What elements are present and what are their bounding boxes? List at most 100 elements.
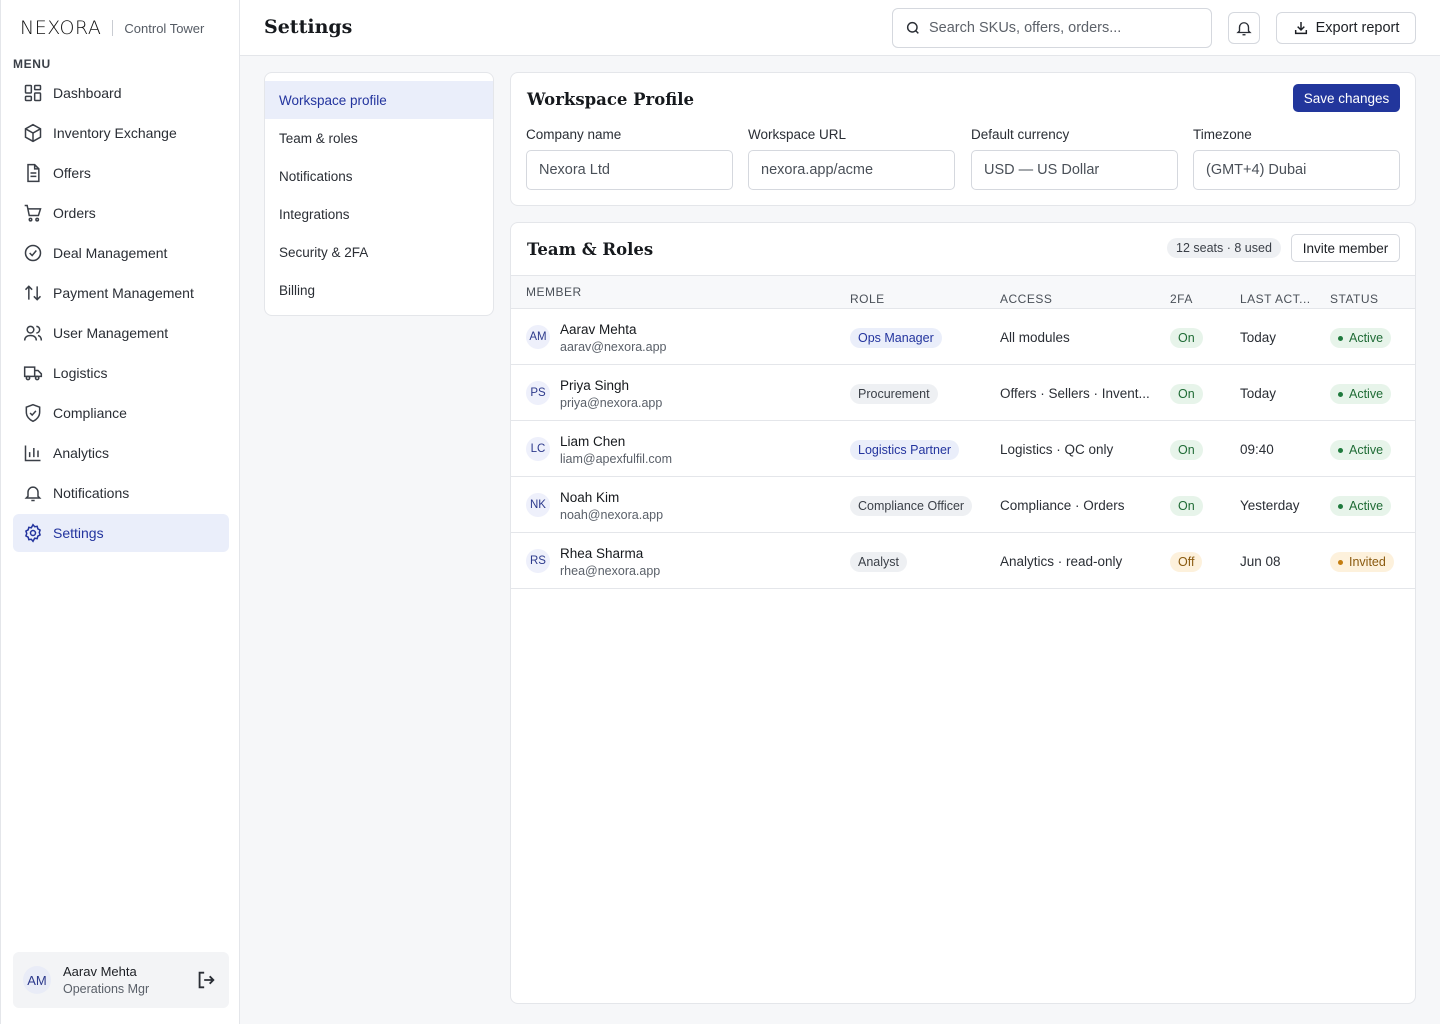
member-name: Liam Chen xyxy=(560,434,626,449)
last-active: Today xyxy=(1240,386,1277,401)
status-label: Active xyxy=(1349,443,1384,457)
member-avatar: AM xyxy=(526,325,550,349)
workspace-url-input[interactable]: nexora.app/acme xyxy=(748,150,955,190)
table-row[interactable]: LC Liam Chen liam@apexfulfil.com Logisti… xyxy=(511,421,1415,477)
sidebar-item-user-management[interactable]: User Management xyxy=(13,314,229,352)
workspace-profile-title: Workspace Profile xyxy=(527,90,694,109)
last-active: Yesterday xyxy=(1240,498,1300,513)
timezone-select[interactable]: (GMT+4) Dubai xyxy=(1193,150,1400,190)
member-email: priya@nexora.app xyxy=(560,396,663,410)
default-currency-select[interactable]: USD — US Dollar xyxy=(971,150,1178,190)
user-name: Aarav Mehta xyxy=(63,964,137,979)
export-label: Export report xyxy=(1315,20,1400,36)
sidebar-item-compliance[interactable]: Compliance xyxy=(13,394,229,432)
column-header-access[interactable]: ACCESS xyxy=(1000,292,1052,306)
shield-check-icon xyxy=(25,403,41,423)
workspace-url-label: Workspace URL xyxy=(748,127,847,142)
member-email: rhea@nexora.app xyxy=(560,564,661,578)
access-text: Compliance · Orders xyxy=(1000,498,1125,513)
column-header-last-active[interactable]: LAST ACT... xyxy=(1240,292,1311,306)
sidebar-item-offers[interactable]: Offers xyxy=(13,154,229,192)
sidebar-item-label: Analytics xyxy=(53,445,110,461)
status-dot xyxy=(1338,391,1343,397)
cart-icon xyxy=(24,204,42,222)
invite-member-button[interactable]: Invite member xyxy=(1291,234,1400,262)
status-badge: Active xyxy=(1330,496,1392,516)
member-avatar: RS xyxy=(526,549,550,573)
column-header-member[interactable]: MEMBER xyxy=(526,285,582,299)
status-label: Invited xyxy=(1349,555,1386,569)
table-row[interactable]: NK Noah Kim noah@nexora.app Compliance O… xyxy=(511,477,1415,533)
sidebar-item-label: Compliance xyxy=(53,405,127,421)
export-report-button[interactable]: Export report xyxy=(1276,12,1416,44)
document-icon xyxy=(27,163,40,183)
status-dot xyxy=(1338,335,1343,341)
default-currency-label: Default currency xyxy=(971,127,1070,142)
settings-subnav: Workspace profile Team & roles Notificat… xyxy=(264,72,494,316)
table-header: MEMBER ROLE ACCESS 2FA LAST ACT... STATU… xyxy=(511,275,1415,309)
column-header-2fa[interactable]: 2FA xyxy=(1170,292,1193,306)
search-input[interactable] xyxy=(929,20,1189,36)
brand-divider xyxy=(112,20,114,36)
user-card[interactable]: AM Aarav Mehta Operations Mgr xyxy=(13,952,229,1008)
search-box[interactable] xyxy=(892,8,1212,48)
status-label: Active xyxy=(1349,331,1384,345)
sidebar-item-label: Notifications xyxy=(53,485,130,501)
workspace-profile-card: Workspace Profile Save changes Company n… xyxy=(510,72,1416,206)
save-changes-button[interactable]: Save changes xyxy=(1293,84,1400,112)
table-row[interactable]: AM Aarav Mehta aarav@nexora.app Ops Mana… xyxy=(511,309,1415,365)
sidebar-item-dashboard[interactable]: Dashboard xyxy=(13,74,229,112)
access-text: Logistics · QC only xyxy=(1000,442,1114,457)
role-badge: Ops Manager xyxy=(850,328,942,348)
brand-subtitle: Control Tower xyxy=(124,20,205,36)
sidebar-item-orders[interactable]: Orders xyxy=(13,194,229,232)
subnav-workspace-profile[interactable]: Workspace profile xyxy=(265,81,493,119)
last-active: 09:40 xyxy=(1240,442,1274,457)
page-title: Settings xyxy=(264,16,353,38)
subnav-security-2fa[interactable]: Security & 2FA xyxy=(265,233,493,271)
role-badge: Procurement xyxy=(850,384,938,404)
timezone-field: Timezone (GMT+4) Dubai xyxy=(1193,127,1400,190)
column-header-status[interactable]: STATUS xyxy=(1330,292,1379,306)
team-roles-title: Team & Roles xyxy=(527,240,654,259)
member-name: Aarav Mehta xyxy=(560,322,637,337)
company-name-input[interactable]: Nexora Ltd xyxy=(526,150,733,190)
subnav-integrations[interactable]: Integrations xyxy=(265,195,493,233)
twofa-badge: On xyxy=(1170,496,1203,516)
table-row[interactable]: RS Rhea Sharma rhea@nexora.app Analyst A… xyxy=(511,533,1415,589)
subnav-team-roles[interactable]: Team & roles xyxy=(265,119,493,157)
arrows-up-down-icon xyxy=(24,285,42,301)
sidebar-item-deal-management[interactable]: Deal Management xyxy=(13,234,229,272)
subnav-billing[interactable]: Billing xyxy=(265,271,493,309)
notifications-button[interactable] xyxy=(1228,12,1260,44)
logout-icon[interactable] xyxy=(195,969,217,991)
search-icon xyxy=(906,21,919,34)
member-name: Noah Kim xyxy=(560,490,620,505)
check-circle-icon xyxy=(24,244,42,262)
role-badge: Compliance Officer xyxy=(850,496,973,516)
sidebar-item-label: Deal Management xyxy=(53,245,168,261)
column-header-role[interactable]: ROLE xyxy=(850,292,885,306)
access-text: Analytics · read-only xyxy=(1000,554,1123,569)
twofa-badge: On xyxy=(1170,384,1203,404)
sidebar-item-label: Orders xyxy=(53,205,96,221)
sidebar-item-logistics[interactable]: Logistics xyxy=(13,354,229,392)
team-roles-card: Team & Roles 12 seats · 8 used Invite me… xyxy=(510,222,1416,1004)
brand[interactable]: NEXORA Control Tower xyxy=(20,16,204,40)
access-text: Offers · Sellers · Invent... xyxy=(1000,386,1150,401)
download-icon xyxy=(1294,22,1307,35)
sidebar-item-label: Offers xyxy=(53,165,91,181)
member-avatar: LC xyxy=(526,437,550,461)
truck-icon xyxy=(23,366,43,381)
subnav-notifications[interactable]: Notifications xyxy=(265,157,493,195)
bar-chart-icon xyxy=(24,445,41,462)
sidebar-item-settings[interactable]: Settings xyxy=(13,514,229,552)
member-name: Priya Singh xyxy=(560,378,630,393)
sidebar-item-payment-management[interactable]: Payment Management xyxy=(13,274,229,312)
company-name-label: Company name xyxy=(526,127,622,142)
table-row[interactable]: PS Priya Singh priya@nexora.app Procurem… xyxy=(511,365,1415,421)
sidebar-item-notifications[interactable]: Notifications xyxy=(13,474,229,512)
status-badge: Active xyxy=(1330,384,1392,404)
sidebar-item-analytics[interactable]: Analytics xyxy=(13,434,229,472)
sidebar-item-inventory-exchange[interactable]: Inventory Exchange xyxy=(13,114,229,152)
